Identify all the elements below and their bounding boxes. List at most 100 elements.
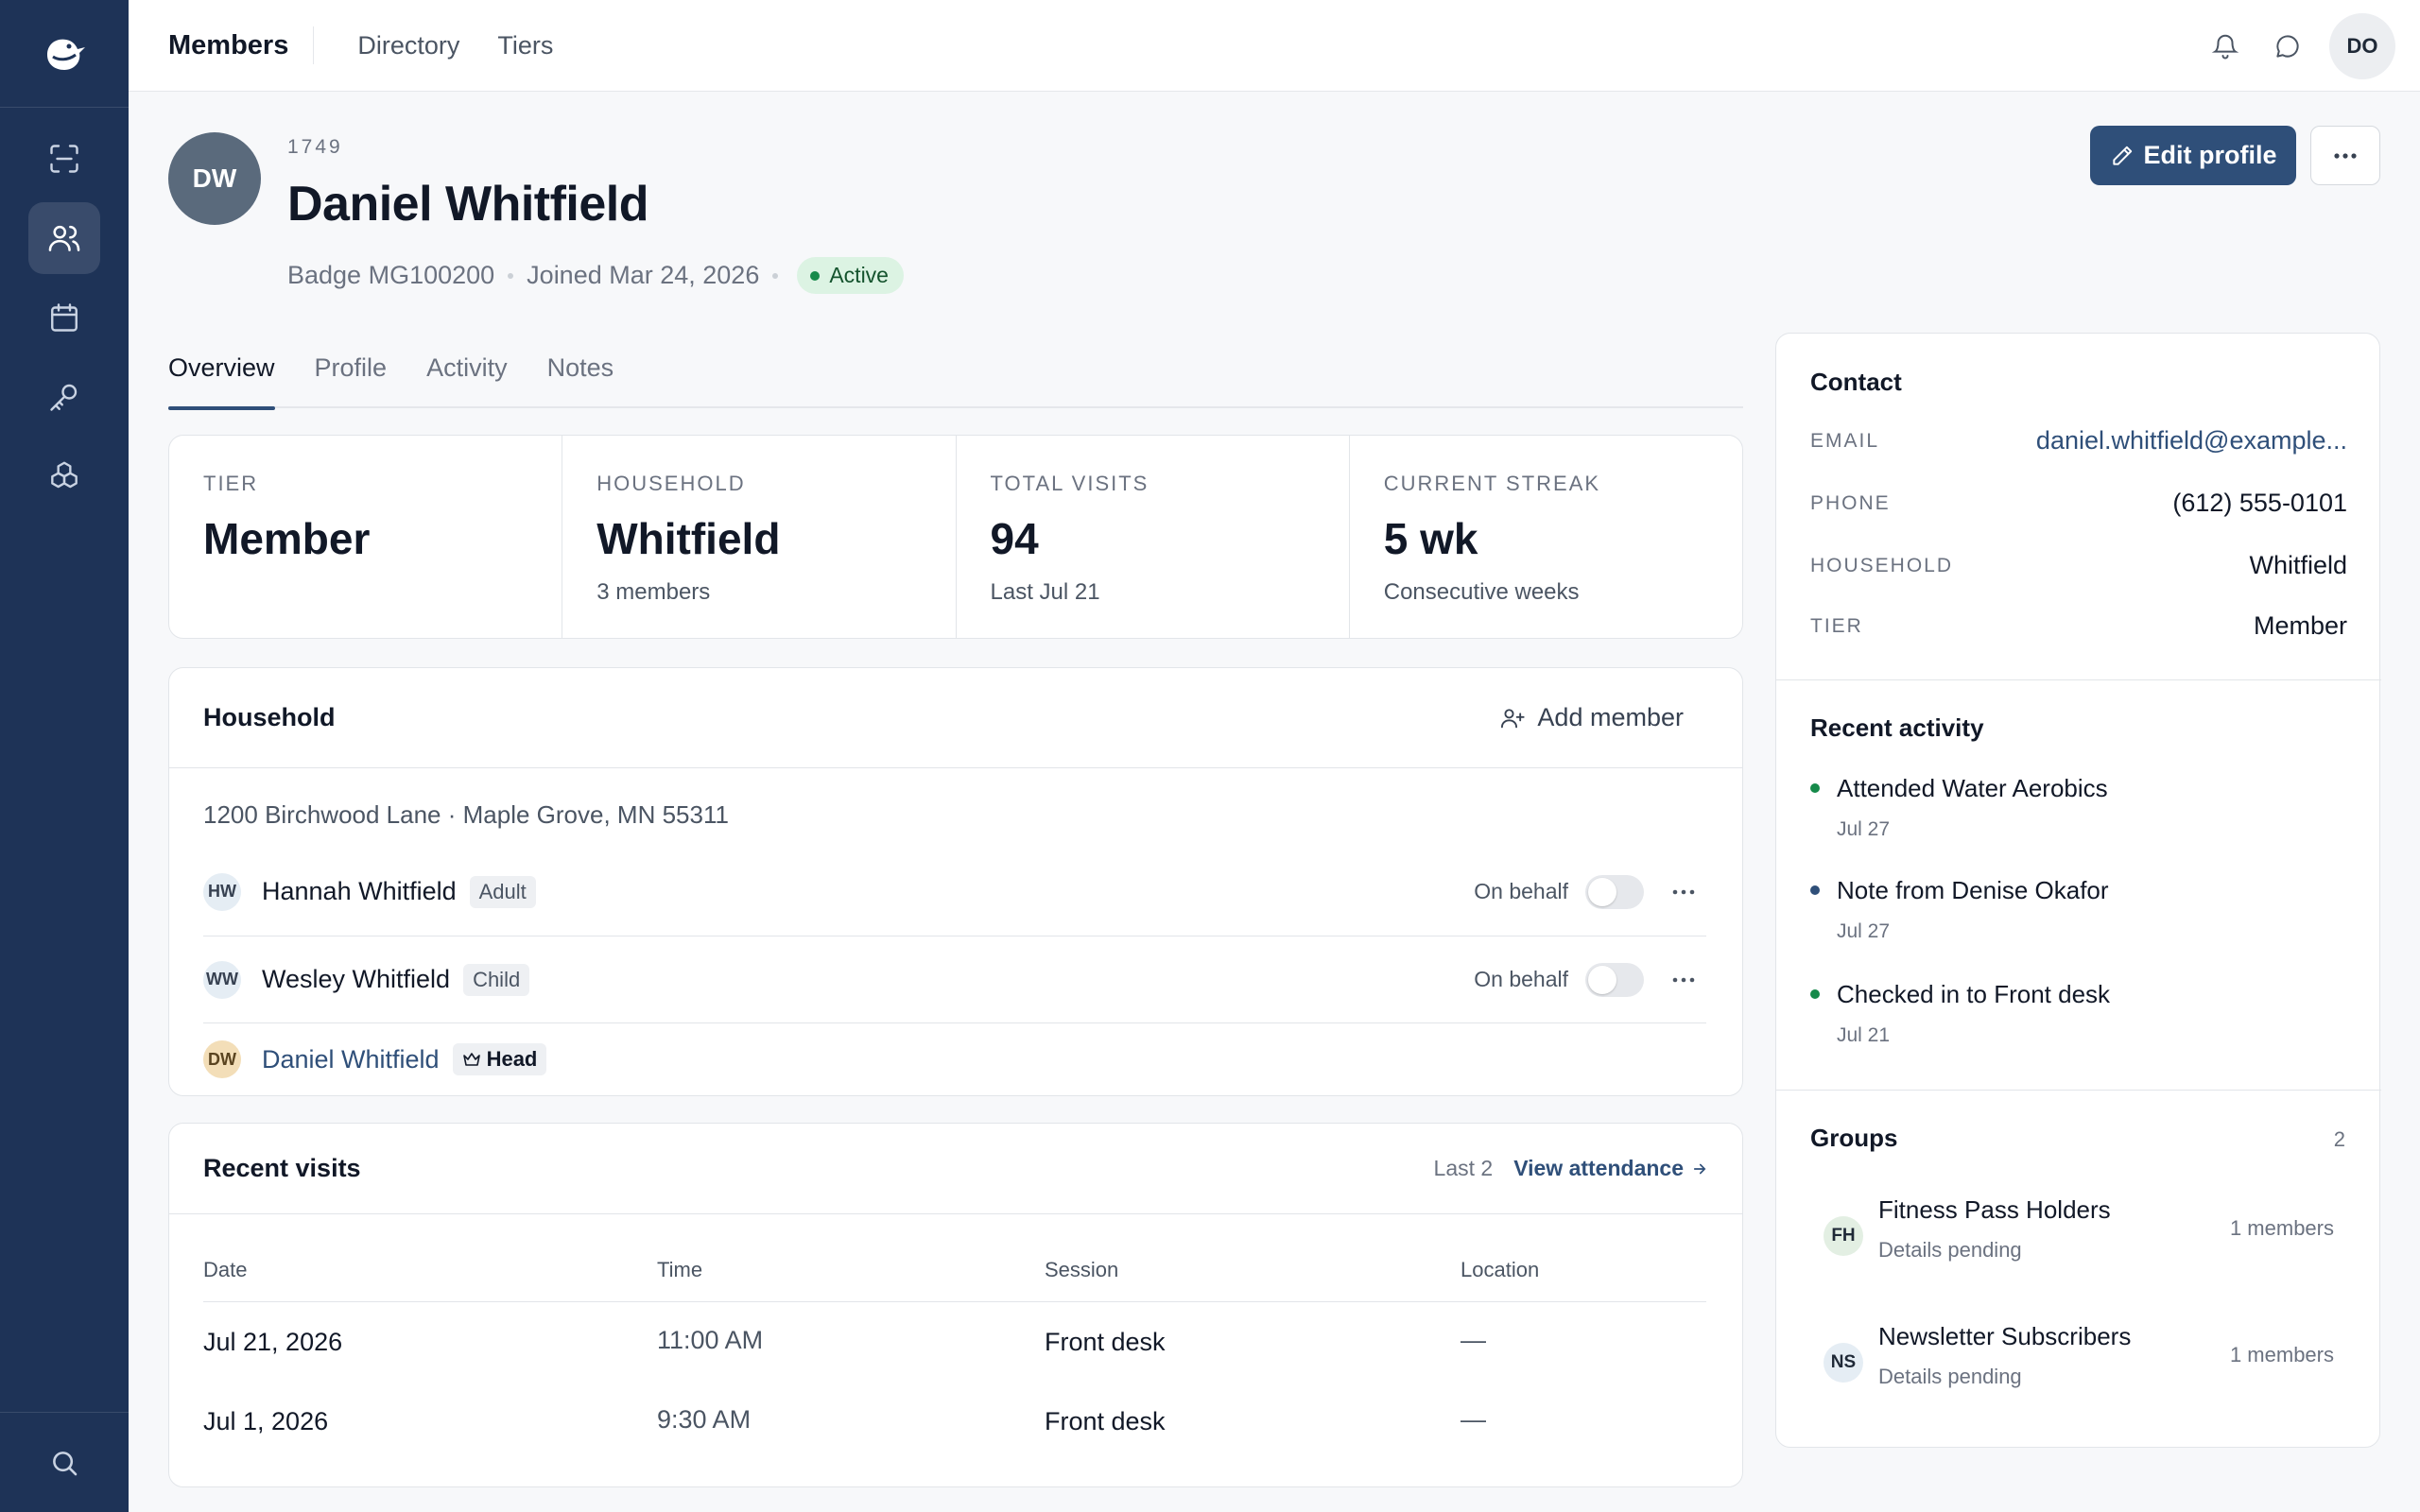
- household-address: 1200 Birchwood Lane · Maple Grove, MN 55…: [203, 800, 729, 829]
- nav-link-directory[interactable]: Directory: [357, 31, 459, 60]
- stat-current-streak: CURRENT STREAK 5 wk Consecutive weeks: [1350, 436, 1742, 638]
- group-details: Details pending: [1878, 1238, 2022, 1262]
- stat-label: TOTAL VISITS: [990, 472, 1150, 495]
- stat-value: 94: [990, 514, 1039, 563]
- view-attendance-link[interactable]: View attendance: [1513, 1156, 1708, 1181]
- stat-tier: TIER Member: [169, 436, 563, 638]
- stat-sub: Last Jul 21: [990, 579, 1100, 605]
- role-badge: Child: [463, 963, 530, 996]
- sidebar-search[interactable]: [0, 1412, 129, 1512]
- member-mini-avatar: DW: [203, 1040, 241, 1078]
- contact-email-row: EMAIL daniel.whitfield@example...: [1810, 426, 2347, 455]
- tab-profile[interactable]: Profile: [315, 352, 388, 408]
- stat-value: Member: [203, 514, 371, 563]
- stat-sub: 3 members: [596, 579, 711, 605]
- profile-tabs: Overview Profile Activity Notes: [168, 352, 1743, 410]
- tab-notes[interactable]: Notes: [547, 352, 614, 408]
- household-member-name[interactable]: Daniel Whitfield: [262, 1045, 440, 1074]
- panel-divider: [1776, 679, 2381, 680]
- on-behalf-control: On behalf: [1474, 962, 1644, 997]
- activity-dot-icon: [1810, 885, 1820, 895]
- visit-session: Front desk: [1045, 1328, 1166, 1356]
- sidebar-item-scan[interactable]: [28, 123, 100, 195]
- activity-text: Note from Denise Okafor: [1837, 876, 2109, 904]
- add-member-button[interactable]: Add member: [1499, 703, 1684, 732]
- notifications-button[interactable]: [2204, 26, 2246, 67]
- activity-date: Jul 27: [1837, 920, 1891, 942]
- stat-sub: Consecutive weeks: [1383, 579, 1580, 605]
- on-behalf-label: On behalf: [1474, 967, 1568, 991]
- app-logo[interactable]: [0, 0, 129, 108]
- stat-total-visits: TOTAL VISITS 94 Last Jul 21: [957, 436, 1350, 638]
- member-mini-avatar: WW: [203, 960, 241, 999]
- tab-activity[interactable]: Activity: [426, 352, 508, 408]
- recent-visits-actions: Last 2 View attendance: [1434, 1156, 1708, 1181]
- contact-label: HOUSEHOLD: [1810, 554, 1954, 576]
- visit-time: 11:00 AM: [657, 1326, 764, 1354]
- status-label: Active: [829, 263, 889, 287]
- activity-text: Attended Water Aerobics: [1837, 774, 2108, 802]
- group-avatar: NS: [1824, 1343, 1863, 1383]
- group-avatar: FH: [1824, 1216, 1863, 1256]
- chat-bubble-icon: [2276, 34, 2299, 58]
- bell-icon: [2211, 34, 2239, 59]
- group-item[interactable]: FH Fitness Pass Holders Details pending …: [1824, 1195, 2334, 1263]
- sidebar-item-members[interactable]: [28, 202, 100, 274]
- row-more-button[interactable]: [1672, 889, 1695, 895]
- meta-separator: [508, 272, 514, 279]
- member-mini-avatar: HW: [203, 872, 241, 911]
- top-bar-actions: DO: [2204, 0, 2395, 92]
- contact-phone-value: (612) 555-0101: [2172, 489, 2347, 517]
- groups-title: Groups: [1810, 1124, 1898, 1152]
- member-meta: Badge MG100200 Joined Mar 24, 2026 Activ…: [287, 257, 904, 294]
- row-more-button[interactable]: [1672, 977, 1695, 983]
- group-body: Fitness Pass Holders Details pending: [1878, 1195, 2111, 1263]
- search-icon: [53, 1451, 78, 1475]
- user-avatar[interactable]: DO: [2329, 12, 2395, 79]
- household-member-row: WW Wesley Whitfield Child On behalf: [203, 936, 1706, 1023]
- role-label: Head: [486, 1047, 538, 1071]
- sidebar-item-calendar[interactable]: [28, 282, 100, 353]
- member-badge: Badge MG100200: [287, 261, 495, 289]
- recent-visits-header: Recent visits Last 2 View attendance: [169, 1124, 1742, 1214]
- tab-overview[interactable]: Overview: [168, 352, 275, 410]
- visit-location: —: [1461, 1405, 1486, 1434]
- recent-visits-title: Recent visits: [203, 1154, 361, 1182]
- stats-card: TIER Member HOUSEHOLD Whitfield 3 member…: [168, 435, 1743, 639]
- member-id: 1749: [287, 136, 343, 158]
- visit-time: 9:30 AM: [657, 1405, 752, 1434]
- sidebar-item-inventory[interactable]: [28, 440, 100, 512]
- messages-button[interactable]: [2267, 26, 2308, 67]
- group-item[interactable]: NS Newsletter Subscribers Details pendin…: [1824, 1322, 2334, 1389]
- column-header-session[interactable]: Session: [1045, 1258, 1118, 1282]
- sidebar-item-keys[interactable]: [28, 361, 100, 433]
- groups-count: 2: [2333, 1127, 2345, 1151]
- more-actions-button[interactable]: [2310, 126, 2380, 185]
- member-side-panel: Contact EMAIL daniel.whitfield@example..…: [1775, 333, 2381, 1448]
- group-name: Newsletter Subscribers: [1878, 1322, 2132, 1350]
- column-header-location[interactable]: Location: [1461, 1258, 1539, 1282]
- on-behalf-toggle[interactable]: [1585, 874, 1644, 909]
- recent-activity-title: Recent activity: [1810, 713, 1984, 742]
- nav-link-tiers[interactable]: Tiers: [497, 31, 553, 60]
- contact-label: TIER: [1810, 614, 1863, 637]
- contact-email-value[interactable]: daniel.whitfield@example...: [2036, 426, 2347, 455]
- column-header-date[interactable]: Date: [203, 1258, 247, 1282]
- scan-icon: [50, 145, 78, 173]
- column-header-time[interactable]: Time: [657, 1258, 702, 1282]
- edit-profile-button[interactable]: Edit profile: [2090, 126, 2296, 185]
- on-behalf-toggle[interactable]: [1585, 962, 1644, 997]
- contact-title: Contact: [1810, 368, 1902, 396]
- status-dot-icon: [810, 270, 821, 281]
- household-member-name[interactable]: Wesley Whitfield: [262, 965, 450, 994]
- calendar-icon: [51, 303, 78, 332]
- stat-label: CURRENT STREAK: [1383, 472, 1601, 495]
- stat-label: TIER: [203, 472, 259, 495]
- role-badge: Head: [452, 1043, 547, 1075]
- contact-tier-value: Member: [2253, 611, 2347, 640]
- contact-household-value: Whitfield: [2249, 551, 2347, 579]
- meta-separator: [772, 272, 779, 279]
- household-member-name[interactable]: Hannah Whitfield: [262, 877, 457, 906]
- more-horizontal-icon: [1672, 977, 1695, 982]
- group-details: Details pending: [1878, 1365, 2022, 1388]
